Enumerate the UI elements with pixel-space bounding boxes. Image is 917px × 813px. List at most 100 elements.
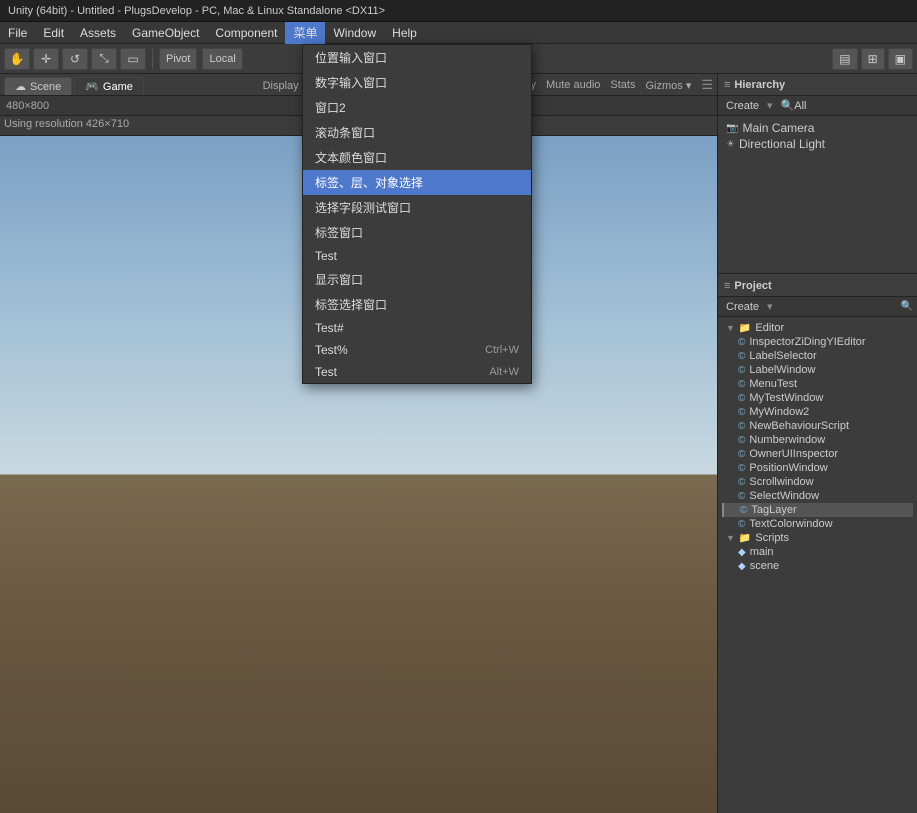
- dropdown-item-3[interactable]: 滚动条窗口: [303, 120, 531, 145]
- scene-icon-2: ◆: [738, 561, 746, 572]
- gizmos-btn[interactable]: Gizmos ▾: [645, 79, 691, 92]
- menu-cj[interactable]: 菜单: [285, 22, 325, 44]
- rect-tool-button[interactable]: ▭: [120, 48, 146, 70]
- project-create-btn[interactable]: Create: [722, 300, 763, 314]
- project-content: ▼ 📁 Editor © InspectorZiDingYIEditor © L…: [718, 317, 917, 813]
- menu-test-label: MenuTest: [749, 378, 797, 390]
- dropdown-item-9[interactable]: 显示窗口: [303, 267, 531, 292]
- label-selector-label: LabelSelector: [749, 350, 816, 362]
- project-item-scripts-folder[interactable]: ▼ 📁 Scripts: [722, 531, 913, 545]
- account-button[interactable]: ▤: [832, 48, 857, 70]
- dropdown-item-10[interactable]: 标签选择窗口: [303, 292, 531, 317]
- scale-tool-button[interactable]: ⤡: [91, 48, 117, 70]
- hierarchy-separator: ▾: [767, 99, 773, 112]
- dropdown-label-13: Test: [315, 365, 337, 379]
- project-item-textcolor[interactable]: © TextColorwindow: [722, 517, 913, 531]
- dropdown-item-1[interactable]: 数字输入窗口: [303, 70, 531, 95]
- project-item-position-window[interactable]: © PositionWindow: [722, 461, 913, 475]
- dropdown-label-8: Test: [315, 249, 337, 263]
- dropdown-item-4[interactable]: 文本颜色窗口: [303, 145, 531, 170]
- inspector-editor-label: InspectorZiDingYIEditor: [749, 336, 865, 348]
- project-item-scrollwindow[interactable]: © Scrollwindow: [722, 475, 913, 489]
- hierarchy-create-btn[interactable]: Create: [722, 99, 763, 113]
- dropdown-label-5: 标签、层、对象选择: [315, 174, 423, 191]
- numberwindow-label: Numberwindow: [749, 434, 825, 446]
- project-item-menu-test[interactable]: © MenuTest: [722, 377, 913, 391]
- panel-options-icon[interactable]: ☰: [701, 77, 713, 93]
- project-item-editor-folder[interactable]: ▼ 📁 Editor: [722, 321, 913, 335]
- project-item-label-selector[interactable]: © LabelSelector: [722, 349, 913, 363]
- tab-game[interactable]: 🎮 Game: [74, 77, 144, 95]
- stats-btn[interactable]: Stats: [610, 79, 635, 91]
- dropdown-label-6: 选择字段测试窗口: [315, 199, 411, 216]
- project-item-my-window2[interactable]: © MyWindow2: [722, 405, 913, 419]
- pivot-button[interactable]: Pivot: [159, 48, 197, 70]
- editor-folder-arrow: ▼: [726, 323, 735, 333]
- dropdown-item-5[interactable]: 标签、层、对象选择: [303, 170, 531, 195]
- scene-icon-1: ◆: [738, 547, 746, 558]
- hierarchy-item-directional-light[interactable]: ☀ Directional Light: [722, 136, 913, 152]
- dropdown-label-11: Test#: [315, 321, 344, 335]
- toolbar-separator-1: [152, 49, 153, 69]
- layers-button[interactable]: ⊞: [861, 48, 885, 70]
- scene-tab-icon: ☁: [15, 80, 26, 93]
- dropdown-item-11[interactable]: Test#: [303, 317, 531, 339]
- dropdown-item-7[interactable]: 标签窗口: [303, 220, 531, 245]
- project-item-my-test-window[interactable]: © MyTestWindow: [722, 391, 913, 405]
- script-icon-9: ©: [738, 449, 745, 460]
- dropdown-item-0[interactable]: 位置输入窗口: [303, 45, 531, 70]
- script-icon-6: ©: [738, 407, 745, 418]
- project-item-taglayer[interactable]: © TagLayer: [722, 503, 913, 517]
- dropdown-menu: 位置输入窗口 数字输入窗口 窗口2 滚动条窗口 文本颜色窗口 标签、层、对象选择…: [302, 44, 532, 384]
- hierarchy-all-btn[interactable]: 🔍All: [777, 98, 811, 113]
- menu-gameobject[interactable]: GameObject: [124, 22, 207, 44]
- menu-bar: File Edit Assets GameObject Component 菜单…: [0, 22, 917, 44]
- script-icon-10: ©: [738, 463, 745, 474]
- owner-ui-label: OwnerUIInspector: [749, 448, 838, 460]
- project-item-scene[interactable]: ◆ scene: [722, 559, 913, 573]
- project-item-main-scene[interactable]: ◆ main: [722, 545, 913, 559]
- project-item-owner-ui[interactable]: © OwnerUIInspector: [722, 447, 913, 461]
- hand-tool-button[interactable]: ✋: [4, 48, 30, 70]
- local-button[interactable]: Local: [202, 48, 242, 70]
- dropdown-label-3: 滚动条窗口: [315, 124, 375, 141]
- dropdown-label-2: 窗口2: [315, 99, 346, 116]
- project-item-label-window[interactable]: © LabelWindow: [722, 363, 913, 377]
- project-icon: ≡: [724, 280, 730, 292]
- mute-audio-btn[interactable]: Mute audio: [546, 79, 600, 91]
- script-icon-3: ©: [738, 365, 745, 376]
- project-item-new-behaviour[interactable]: © NewBehaviourScript: [722, 419, 913, 433]
- menu-assets[interactable]: Assets: [72, 22, 124, 44]
- menu-edit[interactable]: Edit: [35, 22, 72, 44]
- project-item-selectwindow[interactable]: © SelectWindow: [722, 489, 913, 503]
- menu-file[interactable]: File: [0, 22, 35, 44]
- menu-component[interactable]: Component: [207, 22, 285, 44]
- menu-window[interactable]: Window: [325, 22, 384, 44]
- project-item-inspector-editor[interactable]: © InspectorZiDingYIEditor: [722, 335, 913, 349]
- project-panel: ≡ Project Create ▾ 🔍 ▼ 📁 Editor © Inspec…: [718, 274, 917, 813]
- move-tool-button[interactable]: ✛: [33, 48, 59, 70]
- dropdown-item-12[interactable]: Test% Ctrl+W: [303, 339, 531, 361]
- hierarchy-content: 📷 Main Camera ☀ Directional Light: [718, 116, 917, 273]
- hierarchy-item-main-camera[interactable]: 📷 Main Camera: [722, 120, 913, 136]
- dropdown-label-9: 显示窗口: [315, 271, 363, 288]
- hierarchy-panel: ≡ Hierarchy Create ▾ 🔍All 📷 Main Camera …: [718, 74, 917, 274]
- selectwindow-label: SelectWindow: [749, 490, 819, 502]
- layout-button[interactable]: ▣: [888, 48, 913, 70]
- dropdown-item-2[interactable]: 窗口2: [303, 95, 531, 120]
- game-tab-label: Game: [103, 81, 133, 93]
- dropdown-label-7: 标签窗口: [315, 224, 363, 241]
- dropdown-item-13[interactable]: Test Alt+W: [303, 361, 531, 383]
- dropdown-item-8[interactable]: Test: [303, 245, 531, 267]
- tab-scene[interactable]: ☁ Scene: [4, 77, 72, 95]
- dropdown-label-12: Test%: [315, 343, 348, 357]
- hierarchy-toolbar: Create ▾ 🔍All: [718, 96, 917, 116]
- dropdown-shortcut-13: Alt+W: [489, 366, 519, 378]
- rotate-tool-button[interactable]: ↺: [62, 48, 88, 70]
- dropdown-item-6[interactable]: 选择字段测试窗口: [303, 195, 531, 220]
- project-item-numberwindow[interactable]: © Numberwindow: [722, 433, 913, 447]
- project-title: Project: [734, 280, 771, 292]
- hierarchy-directional-light-label: Directional Light: [739, 137, 825, 151]
- menu-help[interactable]: Help: [384, 22, 425, 44]
- main-scene-label: main: [750, 546, 774, 558]
